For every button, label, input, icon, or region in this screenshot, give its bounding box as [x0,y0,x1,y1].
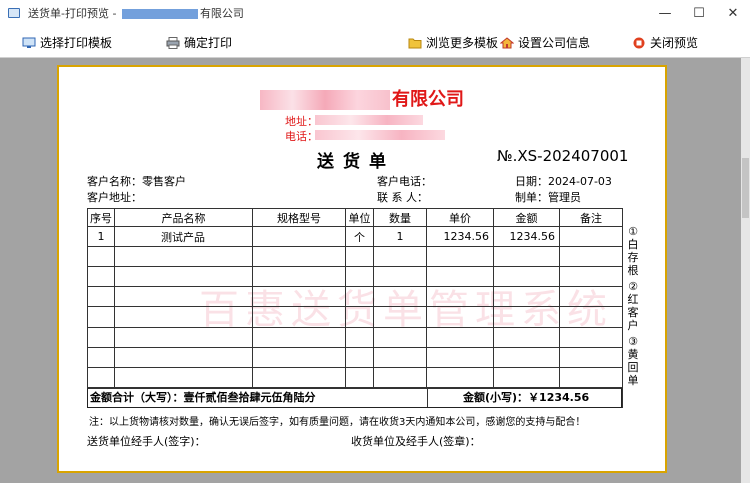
customer-address-label: 客户地址： [87,191,142,204]
document-title: 送货单 [317,152,395,172]
column-header: 金额 [493,207,560,228]
minimize-button[interactable]: — [648,0,682,26]
sender-signature-label: 送货单位经手人(签字)： [87,435,206,448]
toolbar: 选择打印模板 确定打印 浏览更多模板 设置公司信息 关闭预览 [0,26,750,58]
date: 日期：2024-07-03 [515,173,612,189]
company-settings-button[interactable]: 设置公司信息 [500,34,590,51]
scrollbar-thumb[interactable] [742,158,749,218]
redacted-address-mask [315,115,423,125]
select-template-label: 选择打印模板 [40,36,113,50]
table-row-empty [87,286,623,308]
phone-label: 电话： [285,130,318,143]
address-label: 地址： [285,115,318,128]
window-title: 送货单-打印预览 - 有限公司 [28,5,244,21]
browse-templates-button[interactable]: 浏览更多模板 [408,34,498,51]
table-header-row: 序号 产品名称 规格型号 单位 数量 单价 金额 备注 [87,207,623,228]
amount-upper-value: 壹仟贰佰叁拾肆元伍角陆分 [183,391,316,404]
table-row-empty [87,306,623,328]
monitor-icon [22,37,36,48]
amount-lower-value: ￥1234.56 [528,391,590,404]
close-preview-label: 关闭预览 [650,36,699,50]
select-template-button[interactable]: 选择打印模板 [22,34,112,51]
stop-icon [633,37,645,48]
company-settings-label: 设置公司信息 [518,36,591,50]
table-cell: 1 [373,226,427,248]
column-header: 数量 [373,207,427,228]
redacted-company-mask [260,90,390,110]
column-header: 序号 [87,207,115,228]
table-cell [559,226,623,248]
table-cell: 个 [345,226,374,248]
column-header: 规格型号 [252,207,346,228]
maximize-button[interactable]: ☐ [682,0,716,26]
document-number: №.XS-202407001 [497,147,629,165]
column-header: 单价 [426,207,494,228]
maker-label: 制单： [515,191,548,204]
footer-note: 注：以上货物请核对数量，确认无误后签字，如有质量问题，请在收货3天内通知本公司，… [89,417,586,428]
maker: 制单：管理员 [515,189,581,205]
confirm-print-label: 确定打印 [184,36,233,50]
table-row-empty [87,246,623,268]
table-cell: 1 [87,226,115,248]
browse-templates-label: 浏览更多模板 [426,36,499,50]
side-note-yellow: ③黄回单 [627,335,639,387]
confirm-print-button[interactable]: 确定打印 [166,34,232,51]
column-header: 产品名称 [114,207,253,228]
print-page: 百惠送货单管理系统 有限公司 地址： 电话： 送货单 №.XS-20240700… [57,65,667,473]
table-cell [252,226,346,248]
maker-value: 管理员 [548,191,581,204]
date-value: 2024-07-03 [548,175,612,188]
table-cell: 1234.56 [493,226,560,248]
folder-icon [408,38,422,48]
window-title-suffix: 有限公司 [199,7,244,20]
totals-divider [427,389,428,407]
amount-upper: 金额合计（大写）：壹仟贰佰叁拾肆元伍角陆分 [90,389,316,407]
customer-name-label: 客户名称： [87,175,142,188]
column-header: 单位 [345,207,374,228]
table-cell: 1234.56 [426,226,494,248]
company-name-visible: 有限公司 [392,89,464,110]
redacted-title-mask [121,9,198,19]
customer-name-value: 零售客户 [142,175,186,188]
table-cell: 测试产品 [114,226,253,248]
preview-area: 百惠送货单管理系统 有限公司 地址： 电话： 送货单 №.XS-20240700… [0,58,750,483]
goods-table: 序号 产品名称 规格型号 单位 数量 单价 金额 备注 1 测试产品 个 1 1… [87,207,623,408]
window-title-prefix: 送货单-打印预览 - [28,7,120,20]
customer-name: 客户名称：零售客户 [87,173,186,189]
app-window-icon [8,8,20,18]
table-row: 1 测试产品 个 1 1234.56 1234.56 [87,226,623,248]
printer-icon [166,36,180,49]
redacted-phone-mask [315,130,445,140]
date-label: 日期： [515,175,548,188]
home-icon [500,36,514,48]
amount-lower-label: 金额(小写)： [463,391,529,404]
side-note-white: ①白存根 [627,225,639,277]
window-controls: — ☐ ✕ [648,0,750,26]
receiver-signature-label: 收货单位及经手人(签章)： [351,435,481,448]
table-row-empty [87,346,623,368]
company-name: 有限公司 [59,85,665,111]
title-bar: 送货单-打印预览 - 有限公司 — ☐ ✕ [0,0,750,26]
vertical-scrollbar[interactable] [741,58,750,483]
totals-row: 金额合计（大写）：壹仟贰佰叁拾肆元伍角陆分 金额(小写)：￥1234.56 [87,388,622,408]
amount-lower: 金额(小写)：￥1234.56 [463,389,589,407]
customer-phone-label: 客户电话： [377,175,432,188]
close-preview-button[interactable]: 关闭预览 [632,34,698,51]
table-row-empty [87,326,623,348]
side-note-red: ②红客户 [627,280,639,332]
contact-label: 联 系 人： [377,191,428,204]
table-row-empty [87,366,623,388]
table-row-empty [87,266,623,288]
column-header: 备注 [559,207,623,228]
amount-upper-label: 金额合计（大写）： [90,391,184,404]
close-button[interactable]: ✕ [716,0,750,26]
